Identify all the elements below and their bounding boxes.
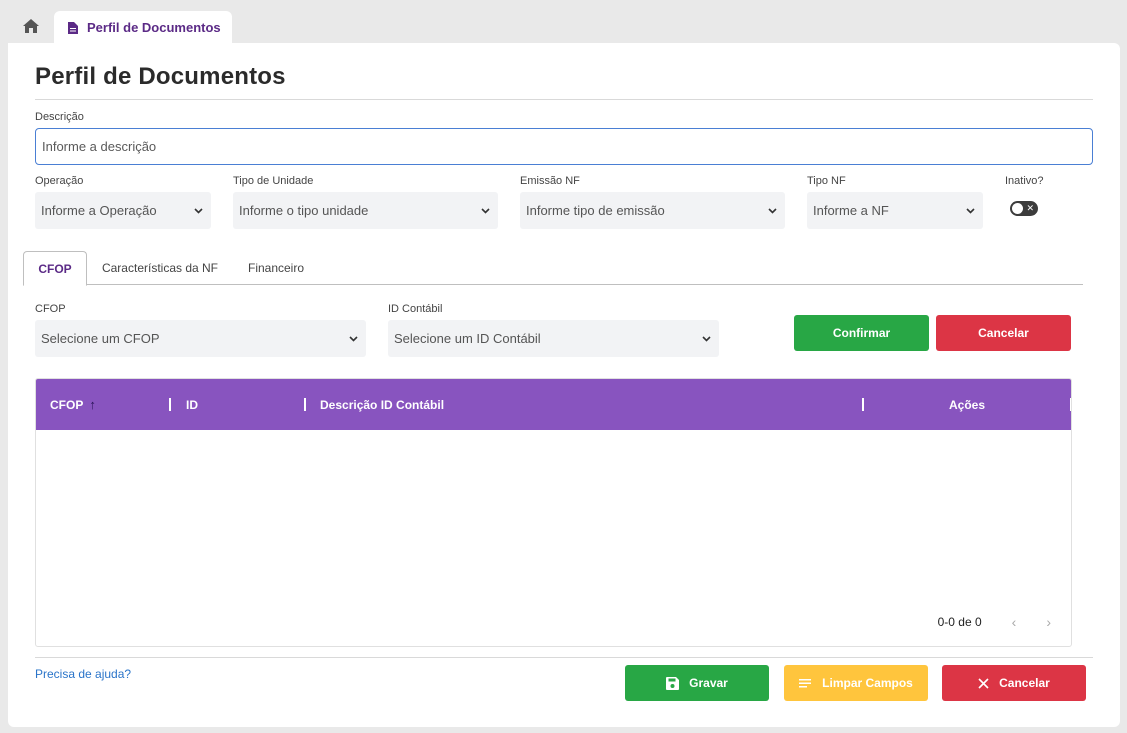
- top-tab-bar: Perfil de Documentos: [0, 0, 1127, 44]
- column-header-descricao[interactable]: Descrição ID Contábil: [320, 379, 444, 430]
- chevron-left-icon[interactable]: ‹: [1012, 614, 1017, 630]
- tab-caracteristicas-nf[interactable]: Características da NF: [95, 251, 225, 285]
- tipo-nf-value: Informe a NF: [813, 203, 889, 218]
- tipo-unidade-label: Tipo de Unidade: [233, 175, 314, 187]
- cancel-label: Cancelar: [999, 676, 1050, 690]
- operacao-select[interactable]: Informe a Operação: [35, 192, 211, 229]
- save-button[interactable]: Gravar: [625, 665, 769, 701]
- clear-fields-button[interactable]: Limpar Campos: [784, 665, 928, 701]
- document-icon: [68, 21, 78, 34]
- descricao-input[interactable]: [35, 128, 1093, 165]
- column-label: CFOP: [50, 397, 84, 412]
- home-button[interactable]: [20, 16, 42, 36]
- tipo-unidade-select[interactable]: Informe o tipo unidade: [233, 192, 498, 229]
- footer-divider: [35, 657, 1093, 658]
- id-contabil-select[interactable]: Selecione um ID Contábil: [388, 320, 719, 357]
- column-header-cfop[interactable]: CFOP ↑: [50, 379, 96, 430]
- column-label: Ações: [949, 397, 986, 412]
- column-resize-handle[interactable]: [304, 398, 306, 411]
- tab-cfop[interactable]: CFOP: [23, 251, 87, 286]
- close-icon: [978, 677, 989, 689]
- tipo-nf-label: Tipo NF: [807, 175, 846, 187]
- main-card: Perfil de Documentos Descrição Operação …: [8, 43, 1120, 727]
- chevron-down-icon: [767, 206, 777, 216]
- toggle-knob: [1012, 203, 1023, 214]
- cancel-button[interactable]: Cancelar: [942, 665, 1086, 701]
- tipo-unidade-value: Informe o tipo unidade: [239, 203, 369, 218]
- cfop-select[interactable]: Selecione um CFOP: [35, 320, 366, 357]
- chevron-down-icon: [965, 206, 975, 216]
- chevron-down-icon: [348, 334, 358, 344]
- column-label: ID: [186, 397, 198, 412]
- chevron-down-icon: [701, 334, 711, 344]
- table-pagination: 0-0 de 0 ‹ ›: [938, 614, 1051, 630]
- cfop-table: CFOP ↑ ID Descrição ID Contábil Ações 0-…: [35, 378, 1072, 647]
- column-resize-handle[interactable]: [862, 398, 864, 411]
- cfop-label: CFOP: [35, 303, 66, 315]
- clear-fields-label: Limpar Campos: [822, 676, 913, 690]
- emissao-nf-select[interactable]: Informe tipo de emissão: [520, 192, 785, 229]
- column-label: Descrição ID Contábil: [320, 397, 445, 412]
- tipo-nf-select[interactable]: Informe a NF: [807, 192, 983, 229]
- chevron-down-icon: [480, 206, 490, 216]
- operacao-value: Informe a Operação: [41, 203, 157, 218]
- tab-perfil-documentos[interactable]: Perfil de Documentos: [54, 11, 232, 44]
- id-contabil-value: Selecione um ID Contábil: [394, 331, 541, 346]
- confirm-label: Confirmar: [832, 326, 891, 340]
- column-header-acoes[interactable]: Ações: [949, 379, 985, 430]
- chevron-right-icon[interactable]: ›: [1046, 614, 1051, 630]
- id-contabil-label: ID Contábil: [388, 303, 443, 315]
- save-icon: [666, 676, 680, 690]
- tab-financeiro[interactable]: Financeiro: [237, 251, 315, 285]
- cfop-value: Selecione um CFOP: [41, 331, 160, 346]
- help-link[interactable]: Precisa de ajuda?: [35, 667, 131, 681]
- cancel-cfop-label: Cancelar: [978, 326, 1029, 340]
- pagination-range: 0-0 de 0: [937, 615, 982, 629]
- column-header-id[interactable]: ID: [186, 379, 198, 430]
- clear-lines-icon: [799, 679, 812, 688]
- column-resize-handle[interactable]: [1070, 398, 1071, 411]
- subtabs-bar: CFOP Características da NF Financeiro: [23, 251, 1083, 286]
- emissao-nf-label: Emissão NF: [520, 175, 580, 187]
- confirm-button[interactable]: Confirmar: [794, 315, 929, 351]
- inativo-toggle[interactable]: ✕: [1010, 201, 1038, 216]
- page-title: Perfil de Documentos: [35, 63, 286, 90]
- home-icon: [23, 19, 39, 33]
- operacao-label: Operação: [35, 175, 84, 187]
- close-icon: ✕: [1026, 203, 1034, 213]
- sort-ascending-icon: ↑: [89, 397, 96, 412]
- emissao-nf-value: Informe tipo de emissão: [526, 203, 665, 218]
- chevron-down-icon: [193, 206, 203, 216]
- save-label: Gravar: [689, 676, 728, 690]
- descricao-label: Descrição: [35, 111, 84, 123]
- column-resize-handle[interactable]: [169, 398, 171, 411]
- tab-label: Perfil de Documentos: [87, 20, 221, 35]
- table-header: CFOP ↑ ID Descrição ID Contábil Ações: [36, 379, 1071, 430]
- cancel-cfop-button[interactable]: Cancelar: [936, 315, 1071, 351]
- inativo-label: Inativo?: [1005, 175, 1044, 187]
- title-divider: [35, 99, 1093, 100]
